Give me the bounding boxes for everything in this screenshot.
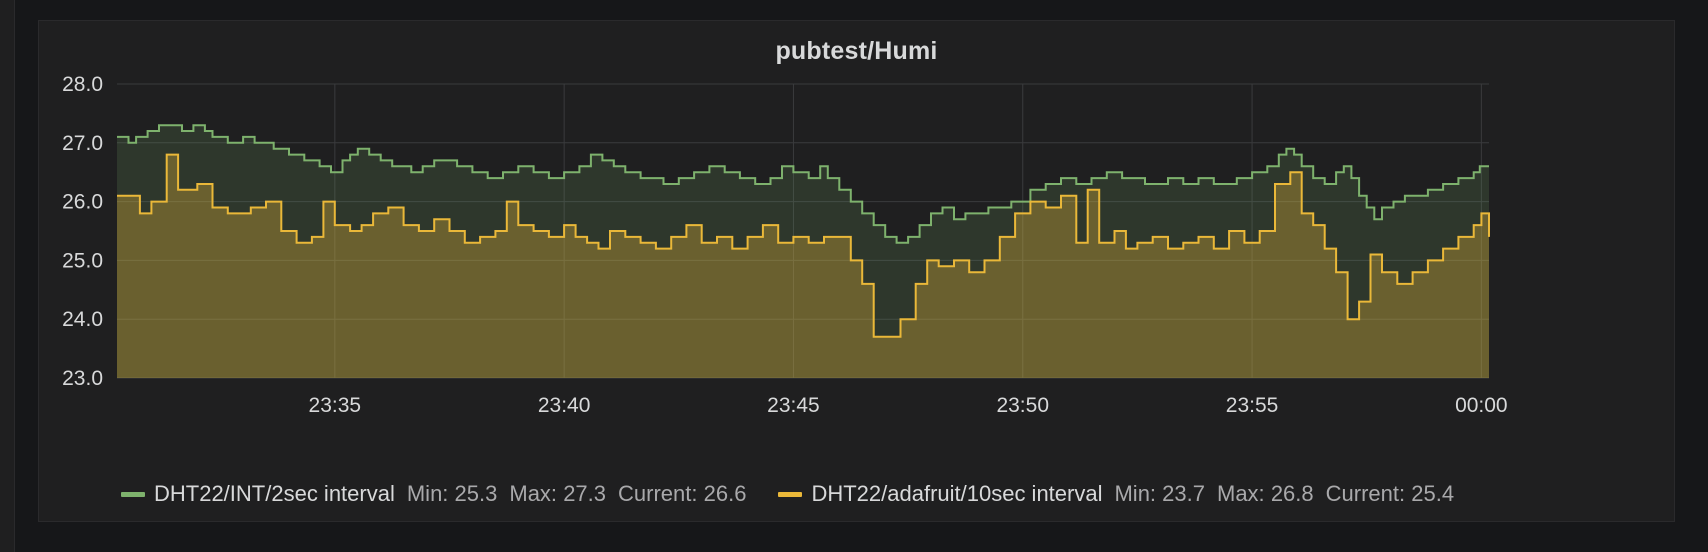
- y-tick-label: 27.0: [62, 132, 103, 155]
- legend-series-name[interactable]: DHT22/adafruit/10sec interval: [811, 481, 1102, 507]
- x-tick-label: 23:45: [767, 394, 820, 417]
- y-tick-label: 28.0: [62, 73, 103, 96]
- legend-min: Min: 25.3: [406, 481, 498, 506]
- x-tick-label: 23:35: [309, 394, 362, 417]
- legend-item-int[interactable]: DHT22/INT/2sec interval Min: 25.3 Max: 2…: [121, 481, 758, 507]
- graph-panel: pubtest/Humi 23.0 24.0 25.0 26.0 27.0 28.0 23:…: [38, 20, 1675, 522]
- y-tick-label: 23.0: [62, 367, 103, 390]
- left-panel-edge: [0, 0, 15, 552]
- legend-current: Current: 25.4: [1325, 481, 1455, 506]
- legend-max: Max: 26.8: [1217, 481, 1314, 506]
- legend-current: Current: 26.6: [618, 481, 747, 506]
- legend-series-name[interactable]: DHT22/INT/2sec interval: [154, 481, 395, 507]
- y-tick-label: 26.0: [62, 191, 103, 214]
- legend-item-adafruit[interactable]: DHT22/adafruit/10sec interval Min: 23.7 …: [778, 481, 1466, 507]
- legend-swatch-int: [121, 491, 145, 497]
- legend-max: Max: 27.3: [509, 481, 607, 506]
- chart-series-layer: [117, 124, 1490, 378]
- x-tick-label: 23:40: [538, 394, 591, 417]
- x-tick-label: 00:00: [1455, 394, 1508, 417]
- y-tick-label: 24.0: [62, 308, 103, 331]
- x-tick-label: 23:50: [996, 394, 1049, 417]
- legend-swatch-adafruit: [778, 491, 803, 497]
- legend-min: Min: 23.7: [1114, 481, 1205, 506]
- x-tick-label: 23:55: [1226, 394, 1279, 417]
- y-tick-label: 25.0: [62, 249, 103, 272]
- chart-plot-area: 23.0 24.0 25.0 26.0 27.0 28.0 23:35 23:40 23:45 2…: [62, 73, 1508, 417]
- chart-legend: DHT22/INT/2sec interval Min: 25.3 Max: 2…: [121, 476, 1486, 512]
